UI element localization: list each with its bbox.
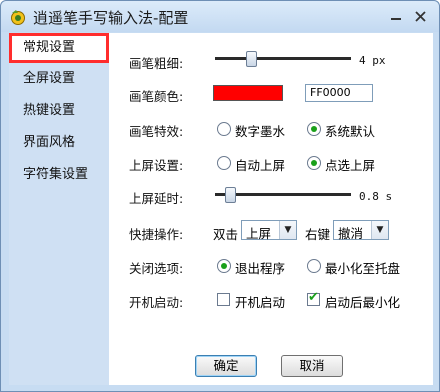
slider-thumb[interactable]	[225, 187, 236, 203]
sidebar-item-label: 常规设置	[23, 40, 76, 55]
commit-delay-value: 0.8 s	[359, 190, 393, 203]
commit-delay-slider[interactable]	[215, 187, 351, 203]
sidebar-item-interface-style[interactable]: 界面风格	[9, 128, 109, 158]
minimize-button[interactable]	[387, 7, 407, 27]
checkbox-launch-at-startup[interactable]	[217, 293, 230, 306]
sidebar-item-label: 字符集设置	[23, 167, 89, 182]
pen-effect-label: 画笔特效:	[129, 124, 184, 139]
chevron-down-icon[interactable]: ▼	[371, 221, 388, 239]
checkbox-launch-at-startup-label: 开机启动	[235, 295, 286, 310]
pen-width-label: 画笔粗细:	[129, 56, 184, 71]
pen-color-swatch[interactable]	[213, 85, 283, 101]
radio-click-commit-label: 点选上屏	[325, 158, 376, 173]
pen-width-slider[interactable]	[215, 51, 351, 67]
settings-sidebar: 常规设置 全屏设置 热键设置 界面风格 字符集设置	[9, 33, 109, 385]
checkbox-minimize-after-launch[interactable]	[307, 290, 320, 306]
close-icon	[415, 11, 426, 22]
slider-thumb[interactable]	[246, 51, 257, 67]
radio-digital-ink[interactable]	[217, 122, 231, 136]
radio-system-default[interactable]	[307, 122, 321, 136]
radio-exit-program[interactable]	[217, 259, 231, 273]
ok-button[interactable]: 确定	[195, 355, 257, 377]
title-bar[interactable]: 逍遥笔手写输入法-配置	[1, 1, 439, 32]
right-click-select[interactable]: 撤消 ▼	[333, 220, 389, 241]
sidebar-item-charset[interactable]: 字符集设置	[9, 160, 109, 190]
double-click-value: 上屏	[246, 226, 272, 241]
sidebar-item-label: 全屏设置	[23, 71, 76, 86]
commit-delay-label: 上屏延时:	[129, 191, 184, 206]
double-click-label: 双击	[213, 227, 239, 242]
app-logo-icon	[11, 10, 25, 25]
radio-system-default-label: 系统默认	[325, 124, 376, 139]
shortcut-label: 快捷操作:	[129, 227, 184, 242]
radio-auto-commit[interactable]	[217, 156, 231, 170]
pen-color-label: 画笔颜色:	[129, 89, 184, 104]
pen-width-value: 4 px	[359, 54, 386, 67]
right-click-label: 右键	[305, 227, 331, 242]
radio-minimize-to-tray[interactable]	[307, 259, 321, 273]
sidebar-item-hotkeys[interactable]: 热键设置	[9, 96, 109, 126]
chevron-down-icon[interactable]: ▼	[279, 221, 296, 239]
commit-mode-label: 上屏设置:	[129, 158, 184, 173]
sidebar-item-fullscreen[interactable]: 全屏设置	[9, 64, 109, 94]
minimize-icon	[391, 18, 401, 20]
double-click-select[interactable]: 上屏 ▼	[241, 220, 297, 241]
slider-track	[215, 57, 351, 60]
general-settings-panel: 画笔粗细: 4 px 画笔颜色: FF0000 画笔特效: 数字墨水 系统默认 …	[109, 33, 433, 385]
close-button[interactable]	[411, 7, 431, 27]
checkbox-minimize-after-launch-label: 启动后最小化	[325, 295, 401, 310]
radio-click-commit[interactable]	[307, 156, 321, 170]
radio-minimize-to-tray-label: 最小化至托盘	[325, 261, 401, 276]
right-click-value: 撤消	[338, 226, 364, 241]
config-window: 逍遥笔手写输入法-配置 常规设置 全屏设置 热键设置 界面风格 字符集设置 画笔…	[0, 0, 440, 392]
radio-auto-commit-label: 自动上屏	[235, 158, 286, 173]
sidebar-item-general[interactable]: 常规设置	[9, 33, 109, 63]
sidebar-item-label: 界面风格	[23, 135, 76, 150]
window-title: 逍遥笔手写输入法-配置	[33, 9, 189, 27]
startup-label: 开机启动:	[129, 295, 184, 310]
radio-digital-ink-label: 数字墨水	[235, 124, 286, 139]
sidebar-item-label: 热键设置	[23, 103, 76, 118]
pen-color-hex-field[interactable]: FF0000	[305, 84, 373, 102]
close-option-label: 关闭选项:	[129, 261, 184, 276]
radio-exit-program-label: 退出程序	[235, 261, 286, 276]
cancel-button[interactable]: 取消	[281, 355, 343, 377]
